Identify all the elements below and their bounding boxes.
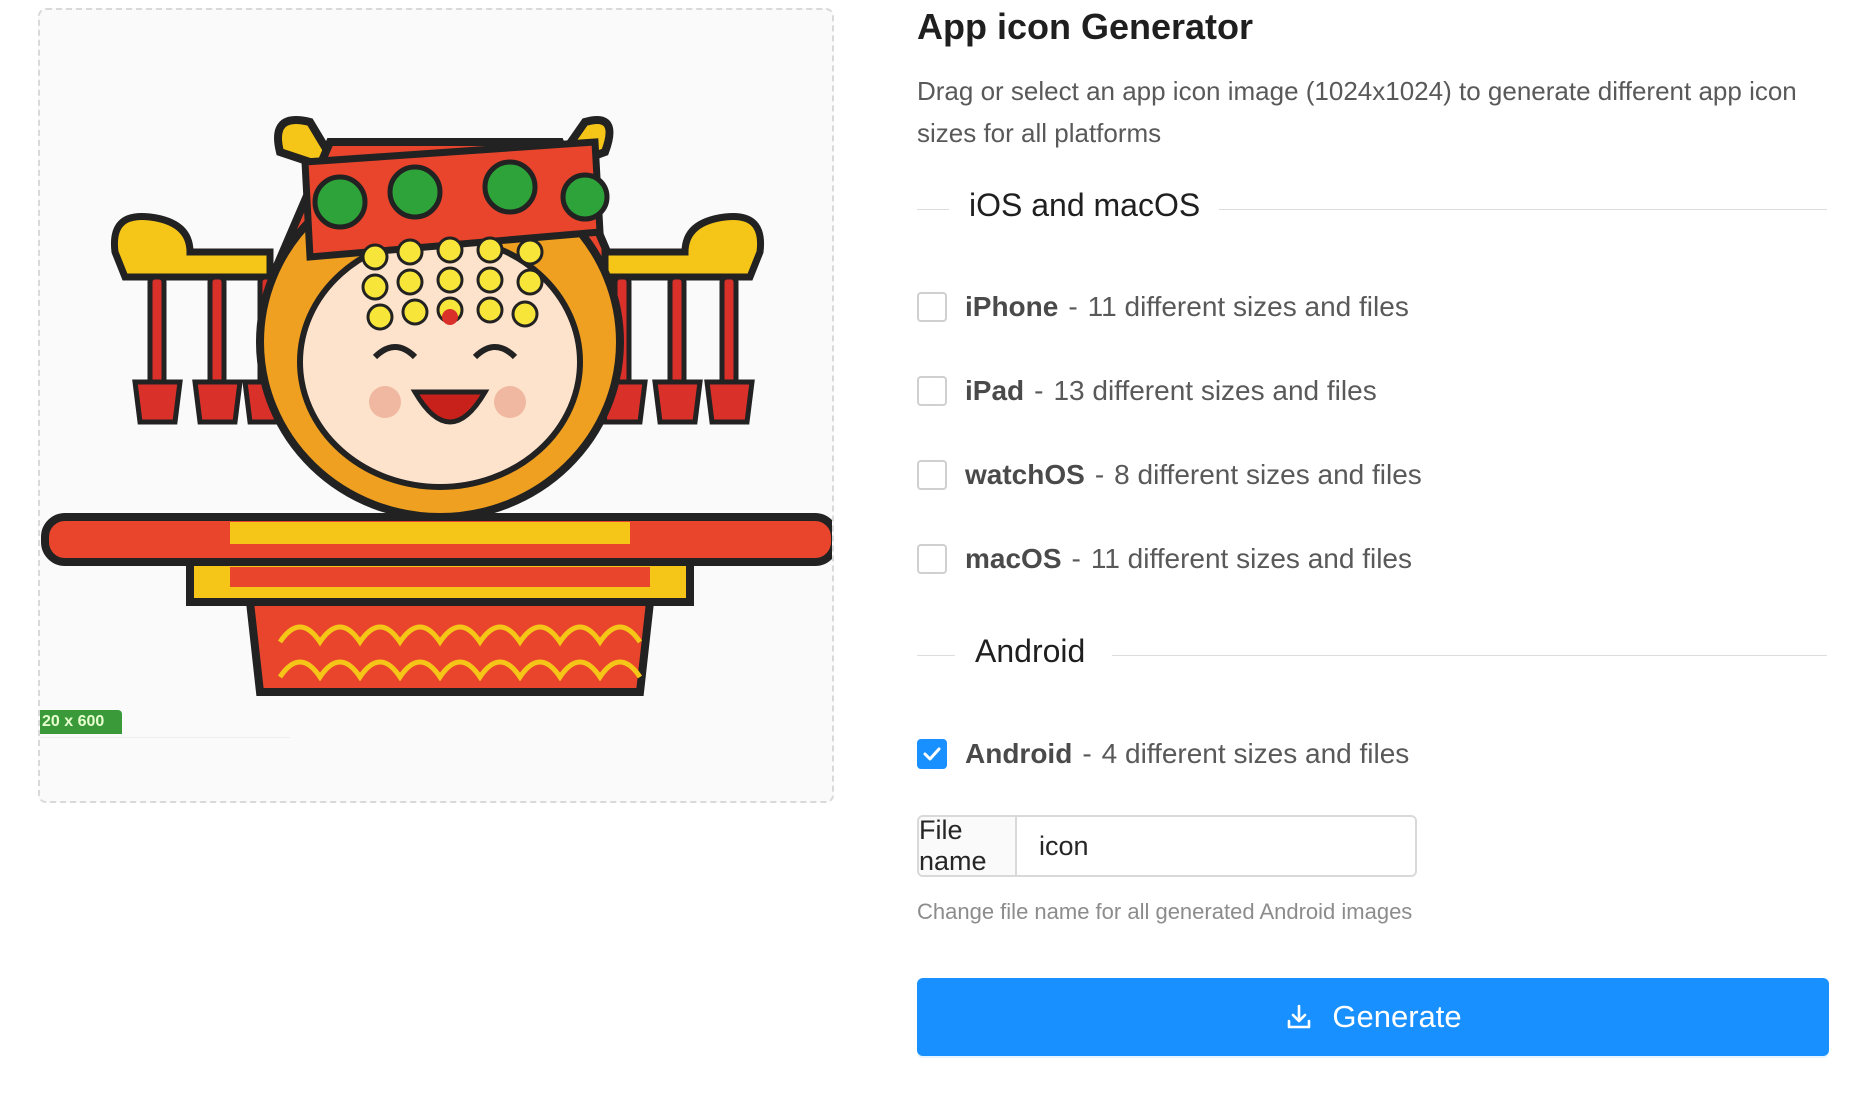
file-name-input[interactable] [1017, 817, 1415, 875]
option-ipad-name: iPad [965, 375, 1025, 406]
iphone-checkbox[interactable] [917, 292, 947, 322]
page-description: Drag or select an app icon image (1024x1… [917, 76, 1797, 148]
option-macos-detail: 11 different sizes and files [1090, 543, 1412, 574]
generate-button[interactable]: Generate [917, 978, 1829, 1056]
page-title: App icon Generator [917, 6, 1254, 47]
checkmark-icon [923, 747, 941, 761]
option-ipad-detail: 13 different sizes and files [1053, 375, 1377, 406]
option-iphone[interactable]: iPhone - 11 different sizes and files [917, 287, 1409, 327]
uploaded-image-preview [40, 82, 832, 740]
option-watchos-detail: 8 different sizes and files [1114, 459, 1422, 490]
option-android-detail: 4 different sizes and files [1101, 738, 1410, 769]
file-name-label: File name [919, 817, 1017, 875]
preview-divider [40, 737, 290, 738]
file-name-field: File name [917, 815, 1417, 877]
option-watchos[interactable]: watchOS - 8 different sizes and files [917, 455, 1422, 495]
section-divider-android: Android [917, 633, 1827, 669]
option-iphone-detail: 11 different sizes and files [1087, 291, 1409, 322]
option-macos[interactable]: macOS - 11 different sizes and files [917, 539, 1412, 579]
macos-checkbox[interactable] [917, 544, 947, 574]
size-tag: 20 x 600 [40, 710, 122, 734]
image-upload-dropzone[interactable]: 20 x 600 [38, 8, 834, 803]
option-ipad[interactable]: iPad - 13 different sizes and files [917, 371, 1377, 411]
option-watchos-name: watchOS [965, 459, 1085, 490]
option-android-name: Android [965, 738, 1073, 769]
android-checkbox[interactable] [917, 739, 947, 769]
ipad-checkbox[interactable] [917, 376, 947, 406]
section-title-ios: iOS and macOS [969, 187, 1201, 223]
watchos-checkbox[interactable] [917, 460, 947, 490]
option-iphone-name: iPhone [965, 291, 1059, 322]
generate-button-label: Generate [1332, 999, 1462, 1034]
option-android[interactable]: Android - 4 different sizes and files [917, 734, 1409, 774]
file-name-help: Change file name for all generated Andro… [917, 899, 1413, 924]
section-divider-ios: iOS and macOS [917, 187, 1827, 223]
option-macos-name: macOS [965, 543, 1062, 574]
download-icon [1288, 1004, 1311, 1029]
section-title-android: Android [975, 633, 1086, 669]
